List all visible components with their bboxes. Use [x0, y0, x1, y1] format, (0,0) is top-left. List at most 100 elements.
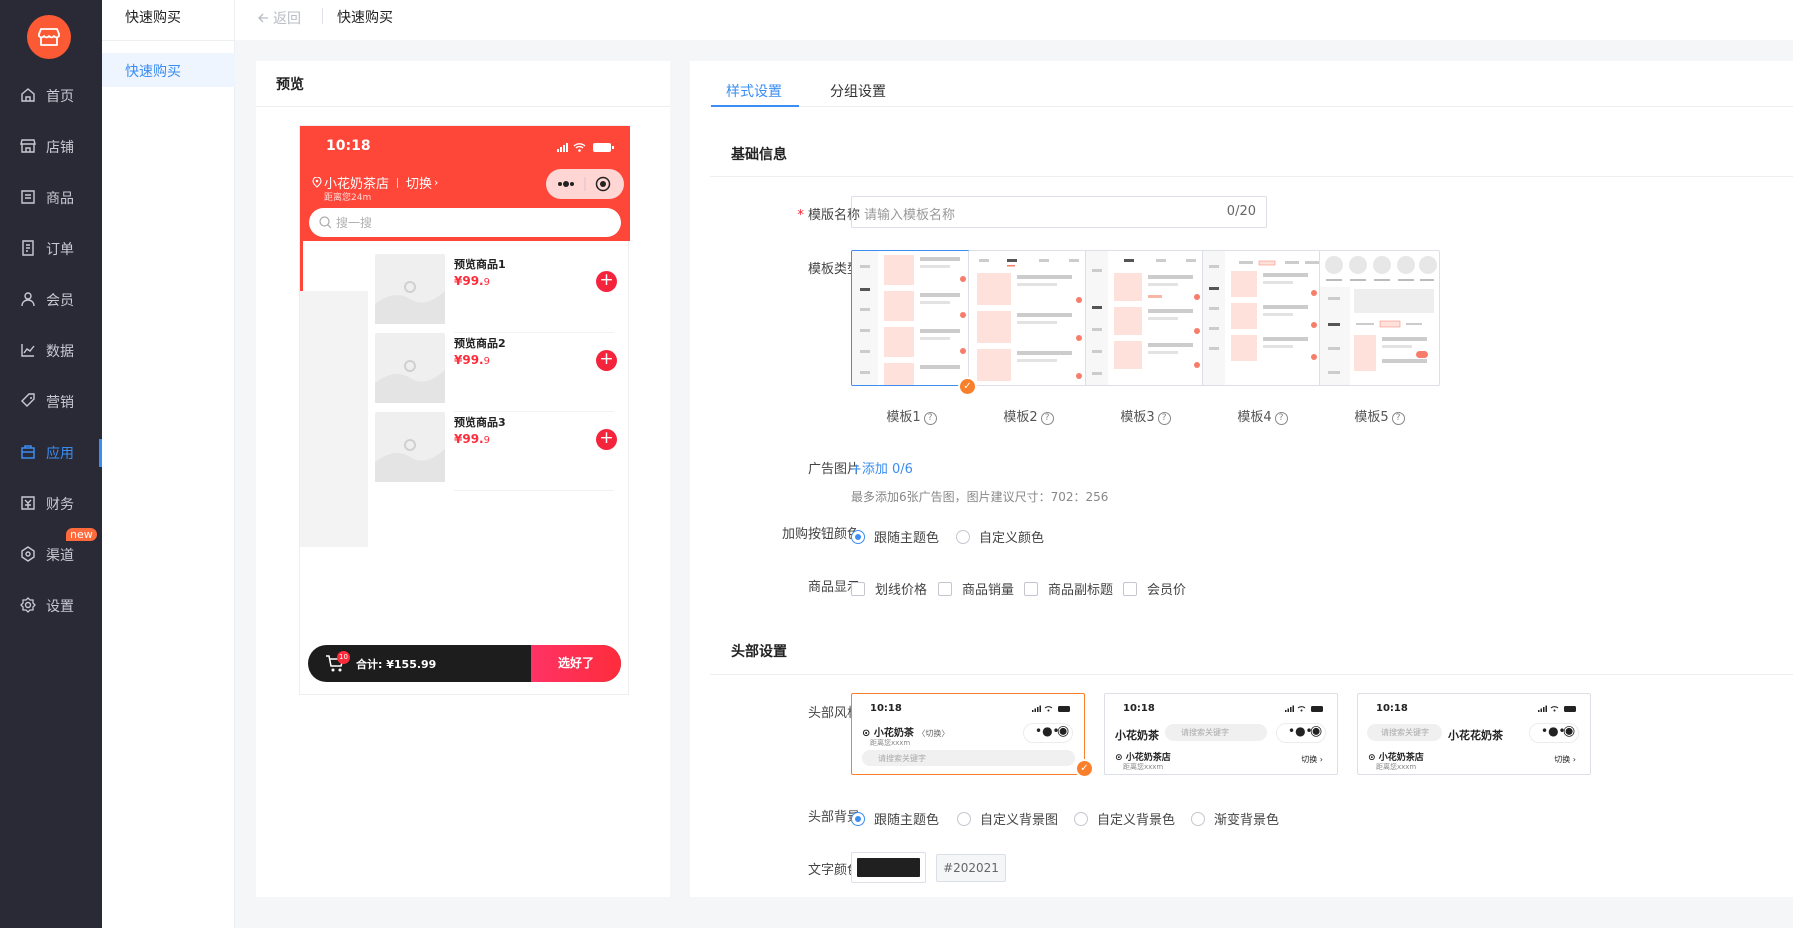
sidebar-item-members[interactable]: 会员 [0, 274, 102, 325]
template-2-thumbnail[interactable] [968, 250, 1089, 386]
tab-underline [711, 105, 799, 107]
template-4-thumbnail[interactable] [1202, 250, 1323, 386]
sidebar-item-data[interactable]: 数据 [0, 325, 102, 376]
divider [710, 674, 1793, 675]
chart-icon [21, 344, 35, 357]
product-name: 预览商品2 [454, 337, 506, 350]
add-to-cart-button[interactable]: + [596, 350, 617, 371]
checkbox-strike-price[interactable]: 划线价格 [851, 579, 927, 598]
radio-follow-theme[interactable]: 跟随主题色 [851, 527, 939, 546]
sidebar-item-finance[interactable]: 财务 [0, 478, 102, 529]
category-active[interactable] [300, 241, 368, 291]
product-image [375, 333, 445, 403]
sidebar-item-settings[interactable]: 设置 [0, 580, 102, 631]
product-price: ¥99.9 [454, 274, 490, 288]
help-icon: ? [1274, 412, 1288, 425]
product-image [375, 412, 445, 482]
mini-program-capsule [546, 169, 624, 199]
tab-style-settings[interactable]: 样式设置 [726, 81, 782, 101]
back-label: 返回 [273, 11, 301, 27]
finance-icon [21, 496, 35, 510]
order-icon [22, 240, 34, 256]
phone-preview: 10:18 小花奶茶店 切换 › 距离您24m 搜一搜 预览商品1 ¥99.9 … [299, 125, 630, 695]
template-5-thumbnail[interactable] [1319, 250, 1440, 386]
preview-header: 10:18 小花奶茶店 切换 › 距离您24m 搜一搜 [300, 126, 630, 241]
sidebar-item-goods[interactable]: 商品 [0, 172, 102, 223]
sidebar-item-apps[interactable]: 应用 [0, 427, 102, 478]
divider [102, 40, 235, 41]
radio-bg-gradient[interactable]: 渐变背景色 [1191, 809, 1279, 828]
radio-custom-color[interactable]: 自定义颜色 [956, 527, 1044, 546]
status-icons [557, 143, 614, 152]
top-bar: 返回 快速购买 [235, 0, 1793, 40]
tab-group-settings[interactable]: 分组设置 [830, 81, 886, 101]
sidebar-item-label: 首页 [46, 89, 74, 105]
settings-tabs: 样式设置 分组设置 [710, 61, 1793, 107]
help-icon: ? [923, 412, 937, 425]
divider [322, 8, 323, 24]
product-name: 预览商品1 [454, 258, 506, 271]
template-name-input[interactable]: 请输入模板名称 0/20 [851, 196, 1267, 228]
sidebar-item-label: 会员 [46, 293, 74, 309]
divider [710, 176, 1793, 177]
radio-bg-custom-color[interactable]: 自定义背景色 [1074, 809, 1175, 828]
sidebar-item-orders[interactable]: 订单 [0, 223, 102, 274]
ad-image-hint: 最多添加6张广告图，图片建议尺寸：702：256 [851, 490, 1109, 504]
new-badge: new [66, 528, 97, 541]
section-header-settings: 头部设置 [731, 644, 787, 660]
sidebar-item-label: 商品 [46, 191, 74, 207]
radio-bg-custom-image[interactable]: 自定义背景图 [957, 809, 1058, 828]
add-to-cart-button[interactable]: + [596, 271, 617, 292]
product-item[interactable]: 预览商品1 ¥99.9 + [375, 254, 617, 333]
checkbox-subtitle[interactable]: 商品副标题 [1024, 579, 1113, 598]
help-icon: ? [1157, 412, 1171, 425]
preview-search[interactable]: 搜一搜 [309, 208, 621, 237]
divider [256, 106, 670, 107]
add-to-cart-button[interactable]: + [596, 429, 617, 450]
sidebar-item-label: 设置 [46, 599, 74, 615]
back-button[interactable]: 返回 [257, 8, 301, 28]
app-icon [21, 445, 35, 459]
sidebar-item-label: 店铺 [46, 140, 74, 156]
tag-icon [21, 393, 35, 407]
product-name: 预览商品3 [454, 416, 506, 429]
help-icon: ? [1040, 412, 1054, 425]
store-logo-icon[interactable] [27, 15, 71, 59]
header-background-label: 头部背景 [807, 810, 860, 825]
header-style-1[interactable]: 10:18 ⊙ 小花奶茶 〈切换〉 距离您xxxm •●• ◉ 请搜索关键字 [851, 693, 1085, 775]
header-style-label: 头部风格 [807, 706, 860, 721]
sidebar-item-home[interactable]: 首页 [0, 70, 102, 121]
preview-title: 预览 [276, 77, 304, 93]
text-color-picker[interactable] [851, 852, 926, 883]
home-icon [21, 88, 35, 102]
switch-label: 切换 [406, 177, 433, 192]
product-item[interactable]: 预览商品2 ¥99.9 + [375, 333, 617, 412]
arrow-left-icon [258, 13, 268, 23]
sidebar-item-store[interactable]: 店铺 [0, 121, 102, 172]
subnav-item-quick-buy[interactable]: 快速购买 [102, 53, 235, 87]
product-item[interactable]: 预览商品3 ¥99.9 + [375, 412, 617, 491]
sidebar-item-label: 渠道 [46, 548, 74, 564]
location-icon [312, 177, 322, 188]
cart-bar: 10 合计: ¥155.99 选好了 [308, 645, 621, 682]
header-style-2[interactable]: 10:18 小花奶茶 请搜索关键字 •●• ◉ ⊙ 小花奶茶店 距离您xxxm … [1104, 693, 1338, 775]
gear-icon [20, 597, 36, 613]
sidebar-item-marketing[interactable]: 营销 [0, 376, 102, 427]
sidebar-item-channel[interactable]: 渠道 new [0, 528, 102, 580]
template-3-thumbnail[interactable] [1085, 250, 1206, 386]
distance: 距离您24m [324, 193, 372, 203]
header-style-3[interactable]: 10:18 请搜索关键字 小花花奶茶 •●• ◉ ⊙ 小花奶茶店 距离您xxxm… [1357, 693, 1591, 775]
store-icon [20, 139, 36, 153]
product-price: ¥99.9 [454, 432, 490, 446]
ad-image-label: 广告图片 [807, 462, 860, 477]
checkbox-sales[interactable]: 商品销量 [938, 579, 1014, 598]
template-1-thumbnail[interactable] [851, 250, 972, 386]
checkbox-member-price[interactable]: 会员价 [1123, 579, 1186, 598]
sidebar-item-label: 应用 [46, 446, 74, 462]
confirm-button[interactable]: 选好了 [531, 645, 621, 682]
radio-bg-follow-theme-option[interactable]: 跟随主题色 [851, 809, 939, 828]
category-column [300, 241, 368, 547]
sidebar-item-label: 数据 [46, 344, 74, 360]
add-ad-image-link[interactable]: +添加 0/6 [851, 458, 913, 477]
sidebar-item-label: 财务 [46, 497, 74, 513]
